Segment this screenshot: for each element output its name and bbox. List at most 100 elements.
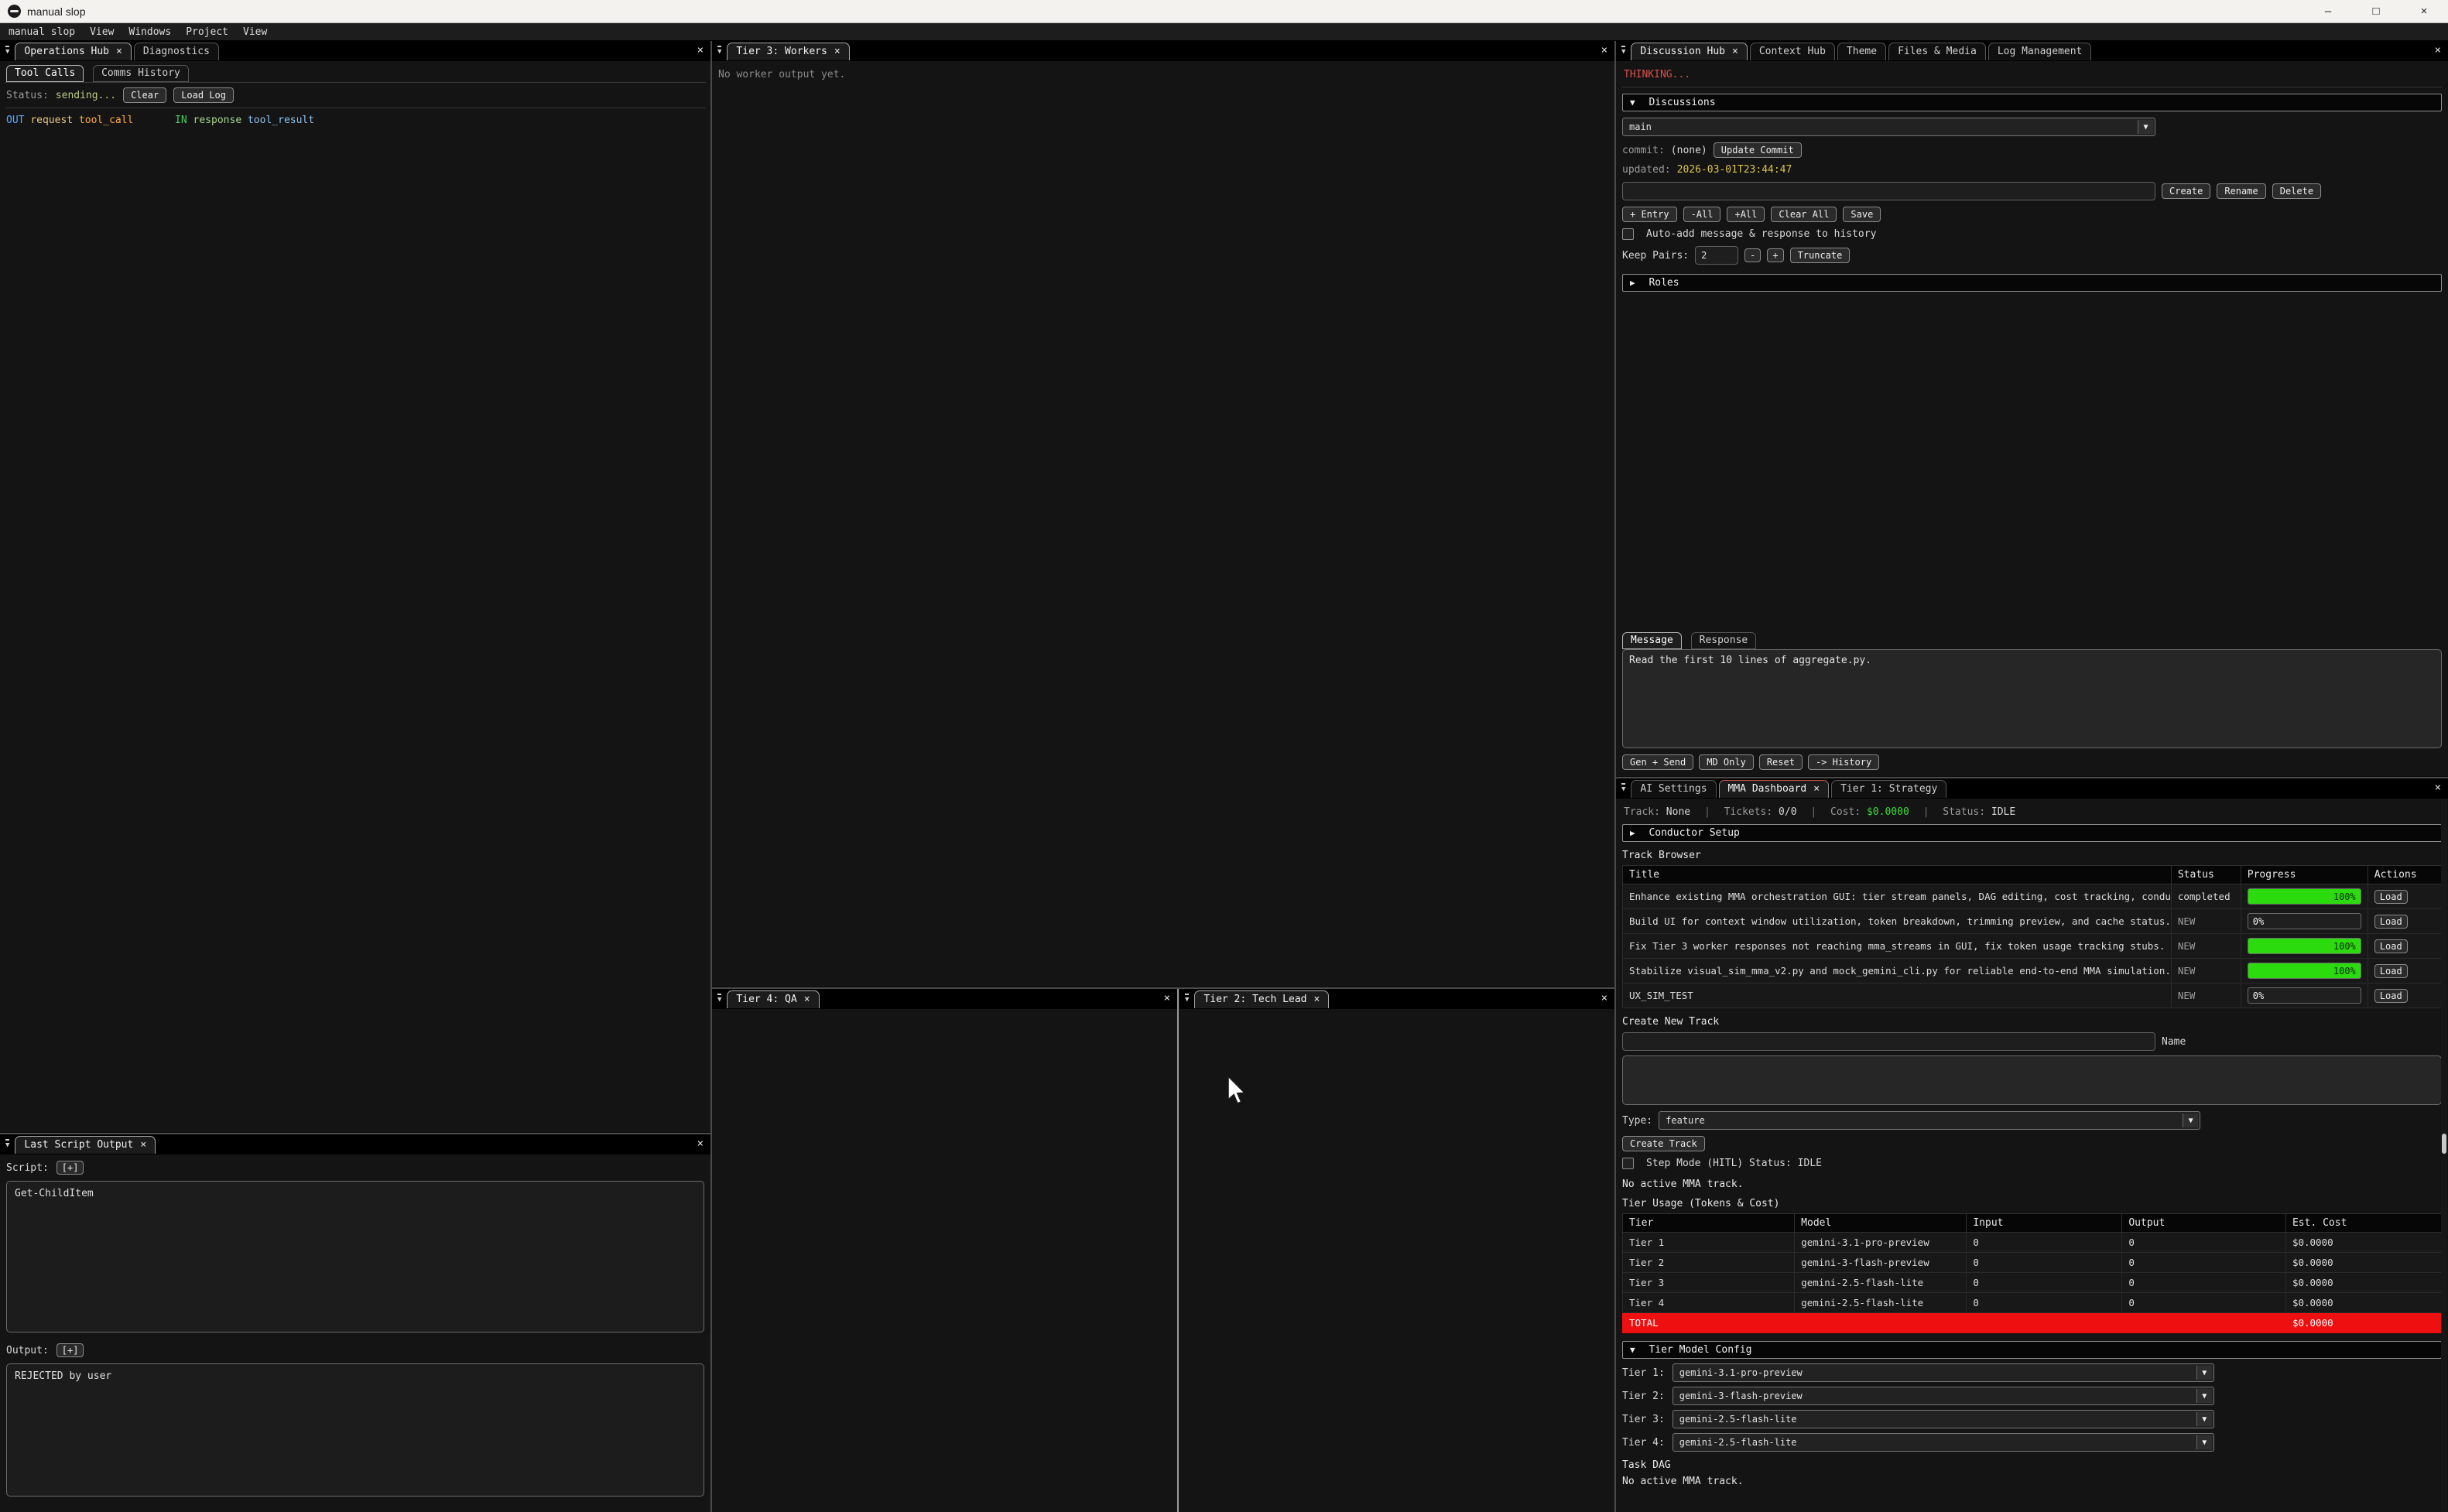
autoadd-checkbox[interactable]: [1622, 228, 1634, 240]
load-track-button[interactable]: Load: [2374, 890, 2408, 904]
tab-ai-settings[interactable]: AI Settings: [1631, 780, 1716, 798]
tab-close-icon[interactable]: ×: [116, 46, 122, 57]
expand-all-button[interactable]: +All: [1727, 207, 1765, 222]
output-text-box[interactable]: REJECTED by user: [6, 1363, 704, 1497]
vertical-scrollbar[interactable]: [2441, 799, 2447, 1510]
keep-pairs-input[interactable]: [1695, 246, 1738, 265]
load-track-button[interactable]: Load: [2374, 989, 2408, 1003]
panel-close-icon[interactable]: ×: [697, 1137, 704, 1150]
roles-section-header[interactable]: ▶ Roles: [1622, 274, 2442, 292]
script-expand-button[interactable]: [+]: [56, 1161, 84, 1175]
panel-close-icon[interactable]: ×: [697, 44, 704, 56]
scrollbar-thumb[interactable]: [2442, 1134, 2446, 1154]
vertical-splitter[interactable]: [710, 41, 712, 1512]
tab-response[interactable]: Response: [1691, 632, 1757, 649]
tab-close-icon[interactable]: ×: [804, 994, 810, 1005]
tab-last-script-output[interactable]: Last Script Output×: [15, 1136, 156, 1154]
step-mode-checkbox[interactable]: [1622, 1158, 1634, 1169]
dock-icon[interactable]: ▼: [1621, 46, 1625, 56]
tab-close-icon[interactable]: ×: [1732, 46, 1738, 57]
horizontal-splitter[interactable]: [1616, 777, 2448, 778]
load-log-button[interactable]: Load Log: [173, 87, 234, 103]
tier4-model-select[interactable]: gemini-2.5-flash-lite▼: [1673, 1433, 2214, 1452]
discussion-name-input[interactable]: [1622, 182, 2155, 200]
add-entry-button[interactable]: + Entry: [1622, 207, 1677, 222]
tab-mma-dashboard[interactable]: MMA Dashboard×: [1719, 780, 1830, 798]
dock-icon[interactable]: ▼: [717, 46, 721, 56]
panel-close-icon[interactable]: ×: [1601, 992, 1607, 1004]
tab-close-icon[interactable]: ×: [140, 1139, 146, 1151]
menu-item-manual-slop[interactable]: manual slop: [9, 26, 75, 38]
keep-pairs-minus-button[interactable]: -: [1744, 248, 1761, 262]
delete-discussion-button[interactable]: Delete: [2272, 183, 2321, 199]
tier-model-config-header[interactable]: ▼ Tier Model Config: [1622, 1341, 2442, 1359]
menu-item-view[interactable]: View: [90, 26, 114, 38]
tier3-model-select[interactable]: gemini-2.5-flash-lite▼: [1673, 1410, 2214, 1428]
maximize-button[interactable]: □: [2352, 5, 2400, 18]
dock-icon[interactable]: ▼: [5, 46, 9, 56]
menu-item-windows[interactable]: Windows: [128, 26, 171, 38]
track-type-select[interactable]: feature ▼: [1659, 1111, 2200, 1130]
panel-close-icon[interactable]: ×: [2435, 782, 2441, 794]
tier1-model-select[interactable]: gemini-3.1-pro-preview▼: [1673, 1363, 2214, 1382]
tab-tier4-qa[interactable]: Tier 4: QA×: [727, 990, 819, 1008]
panel-close-icon[interactable]: ×: [1164, 992, 1170, 1004]
tab-tier2-techlead[interactable]: Tier 2: Tech Lead×: [1194, 990, 1329, 1008]
subtab-tool-calls[interactable]: Tool Calls: [6, 65, 84, 82]
tab-context-hub[interactable]: Context Hub: [1750, 43, 1835, 60]
tab-operations-hub[interactable]: Operations Hub×: [15, 43, 131, 60]
subtab-comms-history[interactable]: Comms History: [93, 65, 189, 82]
reset-button[interactable]: Reset: [1759, 754, 1803, 770]
create-discussion-button[interactable]: Create: [2162, 183, 2210, 199]
minimize-button[interactable]: –: [2304, 5, 2352, 18]
table-row[interactable]: Stabilize visual_sim_mma_v2.py and mock_…: [1623, 959, 2442, 983]
dock-icon[interactable]: ▼: [1621, 783, 1625, 793]
tab-log-management[interactable]: Log Management: [1988, 43, 2092, 60]
load-track-button[interactable]: Load: [2374, 964, 2408, 978]
tab-theme[interactable]: Theme: [1837, 43, 1886, 60]
output-expand-button[interactable]: [+]: [56, 1343, 84, 1357]
new-track-description-textarea[interactable]: [1622, 1055, 2442, 1105]
tab-tier1-strategy[interactable]: Tier 1: Strategy: [1831, 780, 1946, 798]
clear-button[interactable]: Clear: [123, 87, 166, 103]
collapse-all-button[interactable]: -All: [1683, 207, 1721, 222]
table-row[interactable]: Fix Tier 3 worker responses not reaching…: [1623, 934, 2442, 959]
gen-send-button[interactable]: Gen + Send: [1622, 754, 1693, 770]
tab-diagnostics[interactable]: Diagnostics: [134, 43, 219, 60]
table-row[interactable]: UX_SIM_TEST NEW 0% Load: [1623, 983, 2442, 1008]
dock-icon[interactable]: ▼: [717, 994, 721, 1004]
create-track-button[interactable]: Create Track: [1622, 1136, 1705, 1151]
dock-icon[interactable]: ▼: [1185, 994, 1189, 1004]
discussion-select[interactable]: main ▼: [1622, 118, 2155, 136]
rename-discussion-button[interactable]: Rename: [2217, 183, 2265, 199]
to-history-button[interactable]: -> History: [1808, 754, 1879, 770]
discussions-section-header[interactable]: ▼ Discussions: [1622, 94, 2442, 111]
update-commit-button[interactable]: Update Commit: [1714, 142, 1802, 158]
panel-close-icon[interactable]: ×: [1601, 44, 1607, 56]
tab-close-icon[interactable]: ×: [1813, 783, 1820, 795]
tier2-model-select[interactable]: gemini-3-flash-preview▼: [1673, 1387, 2214, 1405]
tab-close-icon[interactable]: ×: [834, 46, 841, 57]
save-button[interactable]: Save: [1843, 207, 1881, 222]
tab-close-icon[interactable]: ×: [1313, 994, 1320, 1005]
tab-discussion-hub[interactable]: Discussion Hub×: [1631, 43, 1747, 60]
truncate-button[interactable]: Truncate: [1790, 248, 1851, 263]
md-only-button[interactable]: MD Only: [1699, 754, 1754, 770]
vertical-splitter[interactable]: [1177, 989, 1179, 1512]
panel-close-icon[interactable]: ×: [2435, 44, 2441, 56]
tab-files-media[interactable]: Files & Media: [1888, 43, 1986, 60]
load-track-button[interactable]: Load: [2374, 939, 2408, 953]
script-text-box[interactable]: Get-ChildItem: [6, 1181, 704, 1332]
menu-item-view-2[interactable]: View: [243, 26, 267, 38]
keep-pairs-plus-button[interactable]: +: [1767, 248, 1783, 262]
close-button[interactable]: ×: [2400, 5, 2448, 18]
table-row[interactable]: Build UI for context window utilization,…: [1623, 909, 2442, 934]
clear-all-button[interactable]: Clear All: [1771, 207, 1837, 222]
horizontal-splitter[interactable]: [712, 987, 1614, 989]
dock-icon[interactable]: ▼: [5, 1139, 9, 1149]
new-track-name-input[interactable]: [1622, 1032, 2155, 1051]
tab-tier3-workers[interactable]: Tier 3: Workers×: [727, 43, 849, 60]
menu-item-project[interactable]: Project: [186, 26, 228, 38]
load-track-button[interactable]: Load: [2374, 915, 2408, 929]
tab-message[interactable]: Message: [1622, 632, 1682, 649]
